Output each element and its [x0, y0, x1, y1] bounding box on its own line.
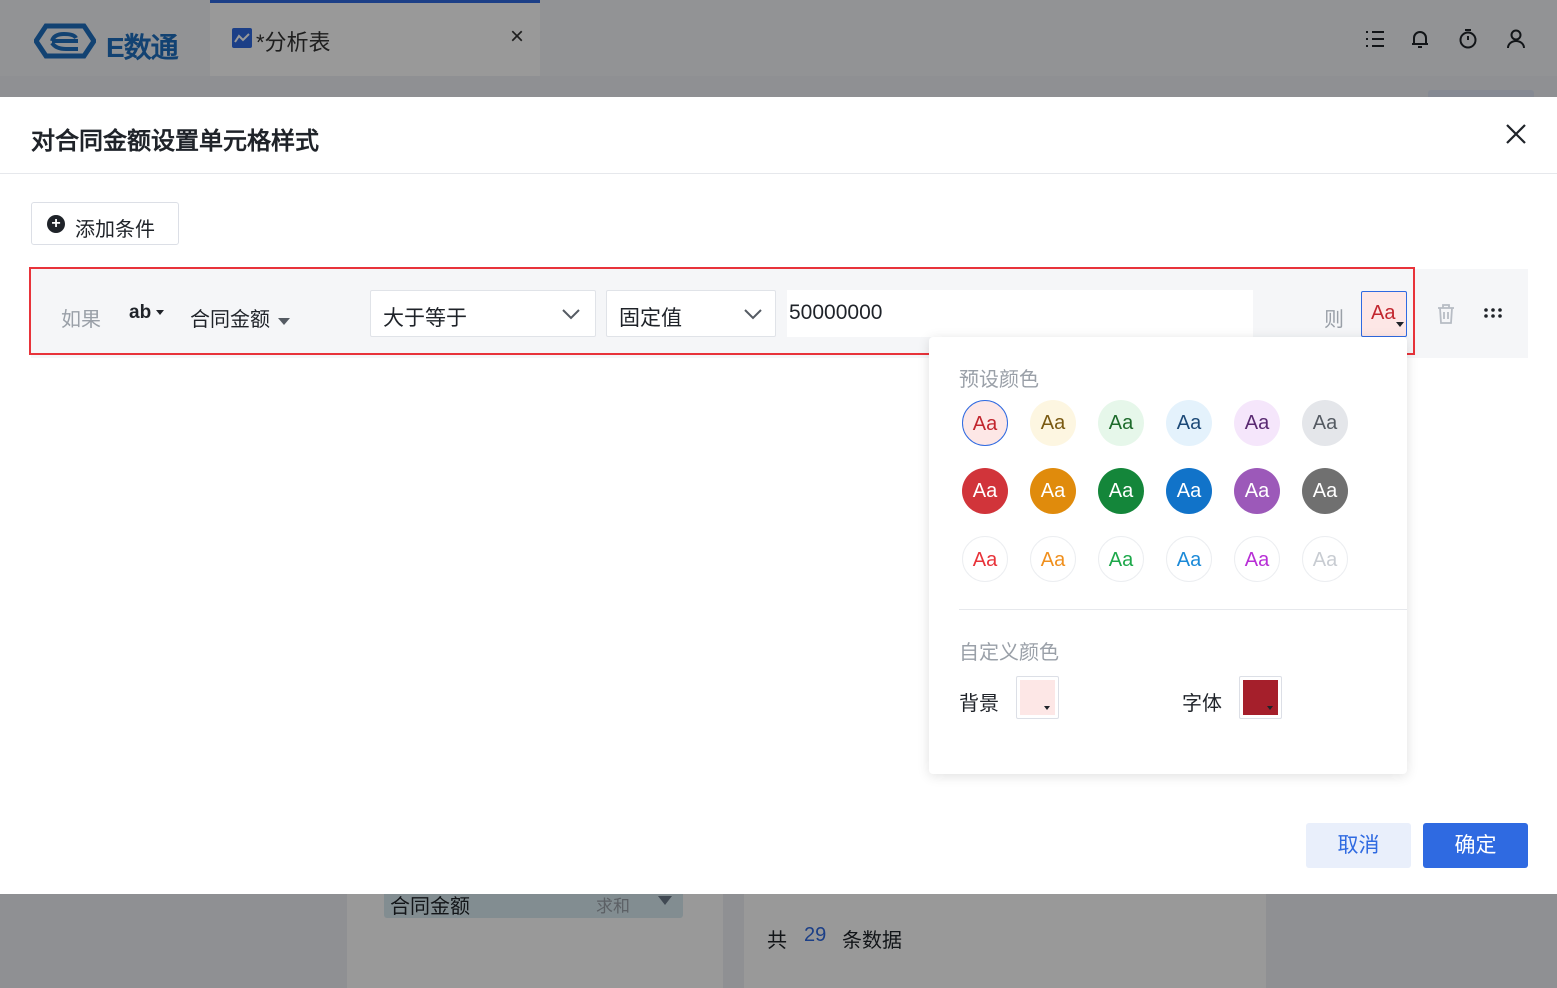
- operator-value: 大于等于: [383, 307, 467, 330]
- add-condition-button[interactable]: + 添加条件: [31, 202, 179, 245]
- color-swatch[interactable]: Aa: [1098, 468, 1144, 514]
- popup-divider: [959, 609, 1407, 610]
- color-swatch[interactable]: Aa: [962, 400, 1008, 446]
- operator-select[interactable]: 大于等于: [370, 290, 596, 337]
- chevron-down-icon: [562, 309, 580, 320]
- color-swatch[interactable]: Aa: [1166, 400, 1212, 446]
- dialog-header: 对合同金额设置单元格样式: [0, 97, 1557, 174]
- color-swatch[interactable]: Aa: [1302, 536, 1348, 582]
- field-type-selector[interactable]: ab: [129, 302, 165, 324]
- bg-color-picker[interactable]: [1016, 676, 1059, 719]
- close-icon[interactable]: [1503, 121, 1529, 147]
- custom-colors-title: 自定义颜色: [959, 642, 1059, 664]
- color-swatch[interactable]: Aa: [1030, 536, 1076, 582]
- text-type-icon: ab: [129, 302, 152, 323]
- color-swatch[interactable]: Aa: [1030, 400, 1076, 446]
- bg-color-label: 背景: [959, 693, 999, 715]
- drag-handle-icon[interactable]: [1483, 307, 1505, 319]
- color-popup: 预设颜色 Aa Aa Aa Aa Aa Aa Aa Aa Aa Aa Aa Aa Aa Aa Aa Aa Aa A…: [929, 337, 1407, 774]
- value-input[interactable]: 50000000: [787, 290, 1253, 337]
- plus-circle-icon: +: [47, 215, 65, 233]
- color-swatch[interactable]: Aa: [1234, 468, 1280, 514]
- caret-down-icon: [1267, 706, 1273, 710]
- field-selector[interactable]: 合同金额: [190, 303, 291, 332]
- color-swatch[interactable]: Aa: [1098, 400, 1144, 446]
- font-color-label: 字体: [1182, 693, 1222, 715]
- caret-down-icon: [278, 318, 291, 326]
- color-swatch[interactable]: Aa: [1234, 400, 1280, 446]
- caret-down-icon: [1044, 706, 1050, 710]
- preset-colors-title: 预设颜色: [959, 369, 1039, 391]
- style-preview: Aa: [1371, 302, 1396, 324]
- if-label: 如果: [61, 309, 101, 331]
- cell-style-dialog: 对合同金额设置单元格样式 + 添加条件 如果 ab 合同金额 大于等于 固定值 …: [0, 97, 1557, 894]
- confirm-button[interactable]: 确定: [1423, 823, 1528, 868]
- color-swatch[interactable]: Aa: [1302, 400, 1348, 446]
- value-type-value: 固定值: [619, 307, 682, 330]
- add-condition-label: 添加条件: [75, 219, 155, 241]
- color-swatch[interactable]: Aa: [1302, 468, 1348, 514]
- font-color-picker[interactable]: [1239, 676, 1282, 719]
- dialog-title: 对合同金额设置单元格样式: [31, 128, 319, 155]
- trash-icon[interactable]: [1436, 303, 1456, 325]
- color-swatch[interactable]: Aa: [1166, 468, 1212, 514]
- color-swatch[interactable]: Aa: [1166, 536, 1212, 582]
- style-picker-button[interactable]: Aa: [1361, 291, 1407, 337]
- caret-down-icon: [1396, 322, 1404, 327]
- then-label: 则: [1324, 309, 1344, 331]
- color-swatch[interactable]: Aa: [1098, 536, 1144, 582]
- value-type-select[interactable]: 固定值: [606, 290, 776, 337]
- chevron-down-icon: [744, 309, 762, 320]
- color-swatch[interactable]: Aa: [1234, 536, 1280, 582]
- cancel-button[interactable]: 取消: [1306, 823, 1411, 868]
- caret-down-icon: [156, 310, 165, 316]
- color-swatch[interactable]: Aa: [962, 536, 1008, 582]
- value-input-text: 50000000: [789, 301, 883, 324]
- field-name: 合同金额: [190, 309, 270, 331]
- color-swatch[interactable]: Aa: [1030, 468, 1076, 514]
- color-swatch[interactable]: Aa: [962, 468, 1008, 514]
